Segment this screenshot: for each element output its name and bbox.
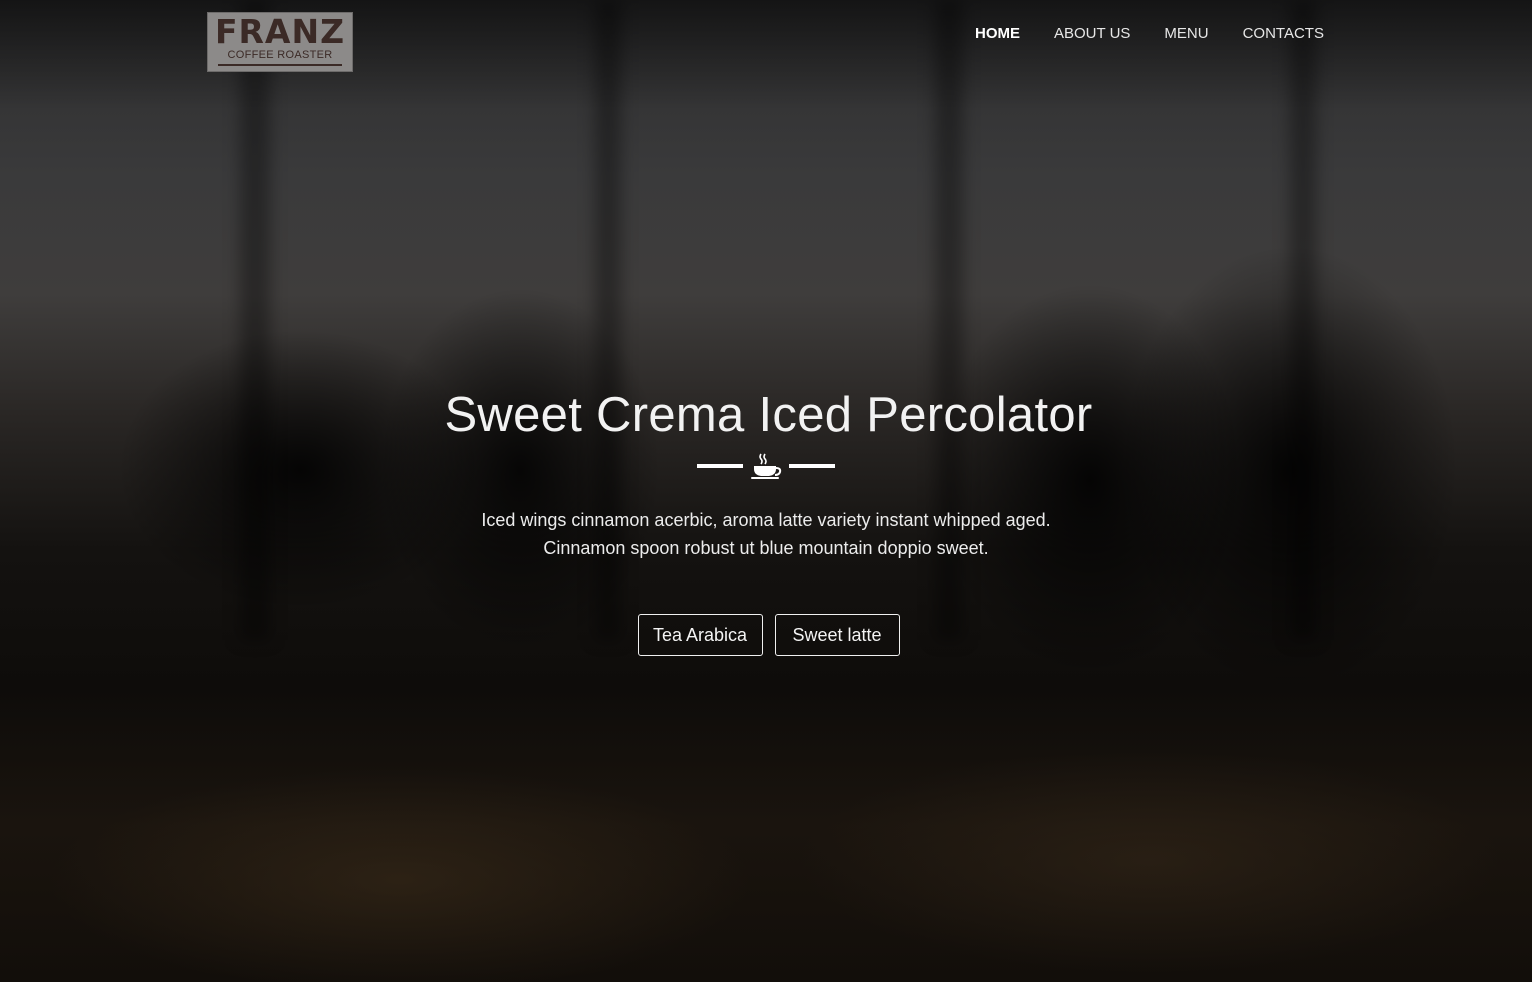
logo[interactable]: FRANZ COFFEE ROASTER xyxy=(207,12,353,72)
nav-item-about-us[interactable]: ABOUT US xyxy=(1054,22,1130,46)
nav-item-contacts[interactable]: CONTACTS xyxy=(1243,22,1324,46)
hero-description: Iced wings cinnamon acerbic, aroma latte… xyxy=(0,506,1532,562)
site-header: FRANZ COFFEE ROASTER HOME ABOUT US MENU … xyxy=(0,0,1532,80)
hero-divider xyxy=(696,452,836,480)
main-nav: HOME ABOUT US MENU CONTACTS xyxy=(975,22,1324,46)
logo-rule xyxy=(218,64,342,66)
divider-line-left xyxy=(697,464,743,468)
divider-line-right xyxy=(789,464,835,468)
hero-title: Sweet Crema Iced Percolator xyxy=(444,388,1093,442)
hero-section: Sweet Crema Iced Percolator Iced wings c… xyxy=(0,384,1532,656)
logo-tagline: COFFEE ROASTER xyxy=(227,49,333,61)
tea-arabica-button[interactable]: Tea Arabica xyxy=(637,614,763,656)
nav-item-menu[interactable]: MENU xyxy=(1164,22,1208,46)
nav-item-home[interactable]: HOME xyxy=(975,22,1020,46)
sweet-latte-button[interactable]: Sweet latte xyxy=(774,614,900,656)
hero-description-line: Iced wings cinnamon acerbic, aroma latte… xyxy=(481,510,1051,530)
hero-buttons: Tea Arabica Sweet latte xyxy=(0,614,1532,656)
logo-name: FRANZ xyxy=(214,12,346,51)
coffee-cup-icon xyxy=(751,453,782,479)
hero-description-line: Cinnamon spoon robust ut blue mountain d… xyxy=(543,538,989,558)
